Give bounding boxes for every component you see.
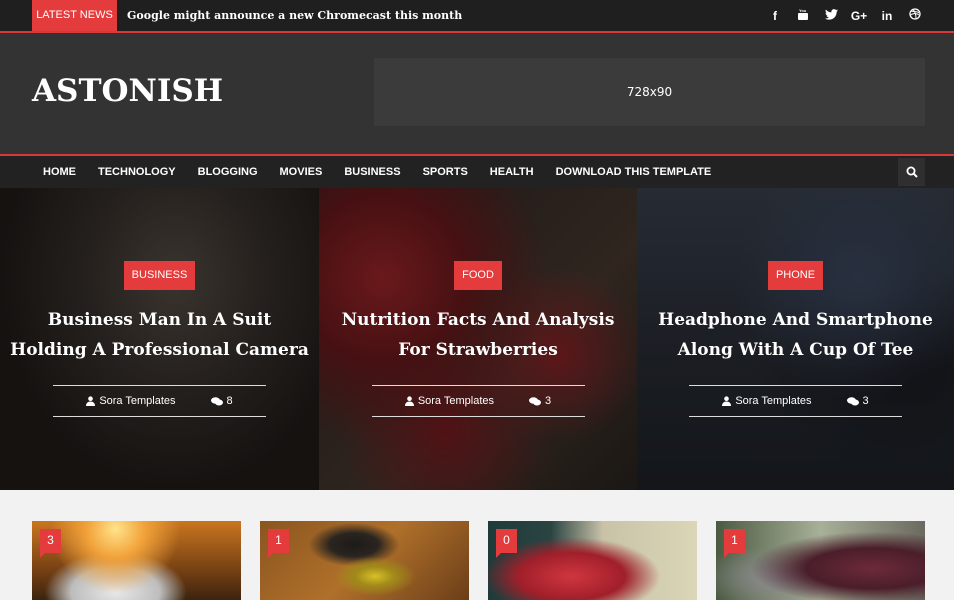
site-logo[interactable]: ASTONISH bbox=[32, 73, 223, 109]
nav-item-blogging[interactable]: BLOGGING bbox=[187, 166, 269, 178]
post-card[interactable]: 1 bbox=[260, 521, 469, 600]
svg-text:You: You bbox=[799, 8, 807, 13]
post-card[interactable]: 3 bbox=[32, 521, 241, 600]
featured-slide[interactable]: FOOD Nutrition Facts And Analysis For St… bbox=[319, 188, 637, 490]
comments-icon bbox=[846, 396, 859, 405]
user-icon bbox=[722, 396, 732, 406]
main-nav: HOME TECHNOLOGY BLOGGING MOVIES BUSINESS… bbox=[0, 154, 954, 188]
author-name[interactable]: Sora Templates bbox=[418, 395, 494, 407]
comment-count: 3 bbox=[862, 395, 869, 407]
post-meta: Sora Templates 8 bbox=[53, 385, 266, 417]
post-meta: Sora Templates 3 bbox=[371, 385, 585, 417]
youtube-icon[interactable]: You bbox=[794, 8, 812, 24]
slide-title[interactable]: Headphone And Smartphone Along With A Cu… bbox=[647, 305, 944, 365]
post-card[interactable]: 1 bbox=[716, 521, 925, 600]
post-thumbnail bbox=[716, 521, 925, 600]
slide-title[interactable]: Nutrition Facts And Analysis For Strawbe… bbox=[329, 305, 627, 365]
featured-slide[interactable]: PHONE Headphone And Smartphone Along Wit… bbox=[637, 188, 954, 490]
nav-item-download-template[interactable]: DOWNLOAD THIS TEMPLATE bbox=[545, 166, 723, 178]
dribbble-icon[interactable] bbox=[906, 8, 924, 23]
nav-item-home[interactable]: HOME bbox=[32, 166, 87, 178]
featured-slide[interactable]: BUSINESS Business Man In A Suit Holding … bbox=[0, 188, 319, 490]
post-meta: Sora Templates 3 bbox=[689, 385, 902, 417]
user-icon bbox=[404, 396, 414, 406]
post-thumbnail bbox=[488, 521, 697, 600]
twitter-icon[interactable] bbox=[822, 8, 840, 23]
category-badge[interactable]: FOOD bbox=[454, 261, 502, 290]
author-name[interactable]: Sora Templates bbox=[99, 395, 175, 407]
comments-icon bbox=[210, 396, 223, 405]
nav-item-business[interactable]: BUSINESS bbox=[333, 166, 411, 178]
nav-item-technology[interactable]: TECHNOLOGY bbox=[87, 166, 187, 178]
facebook-icon[interactable]: f bbox=[766, 9, 784, 23]
ad-banner-728x90[interactable]: 728x90 bbox=[374, 58, 925, 126]
comment-count-badge: 3 bbox=[40, 529, 61, 558]
user-icon bbox=[86, 396, 96, 406]
comment-count: 8 bbox=[226, 395, 233, 407]
comment-count-badge: 1 bbox=[724, 529, 745, 558]
linkedin-icon[interactable]: in bbox=[878, 9, 896, 23]
slide-title[interactable]: Business Man In A Suit Holding A Profess… bbox=[10, 305, 309, 365]
category-badge[interactable]: PHONE bbox=[767, 261, 824, 290]
post-card[interactable]: 0 bbox=[488, 521, 697, 600]
author-name[interactable]: Sora Templates bbox=[735, 395, 811, 407]
nav-item-health[interactable]: HEALTH bbox=[479, 166, 545, 178]
nav-item-movies[interactable]: MOVIES bbox=[269, 166, 334, 178]
site-header: ASTONISH 728x90 bbox=[0, 33, 954, 154]
post-thumbnail bbox=[260, 521, 469, 600]
comments-icon bbox=[529, 396, 542, 405]
search-button[interactable] bbox=[898, 158, 925, 186]
latest-news-label: LATEST NEWS bbox=[32, 0, 117, 31]
comment-count-badge: 1 bbox=[268, 529, 289, 558]
post-thumbnail bbox=[32, 521, 241, 600]
category-badge[interactable]: BUSINESS bbox=[123, 261, 196, 290]
comment-count-badge: 0 bbox=[496, 529, 517, 558]
nav-item-sports[interactable]: SPORTS bbox=[412, 166, 479, 178]
social-links: f You G+ in bbox=[766, 0, 924, 31]
post-grid: 3 1 0 1 bbox=[32, 521, 925, 600]
comment-count: 3 bbox=[545, 395, 552, 407]
featured-slider: BUSINESS Business Man In A Suit Holding … bbox=[0, 188, 954, 490]
ticker-headline-link[interactable]: Google might announce a new Chromecast t… bbox=[127, 0, 462, 31]
search-icon bbox=[906, 166, 918, 178]
top-bar: LATEST NEWS Google might announce a new … bbox=[0, 0, 954, 33]
google-plus-icon[interactable]: G+ bbox=[850, 9, 868, 23]
